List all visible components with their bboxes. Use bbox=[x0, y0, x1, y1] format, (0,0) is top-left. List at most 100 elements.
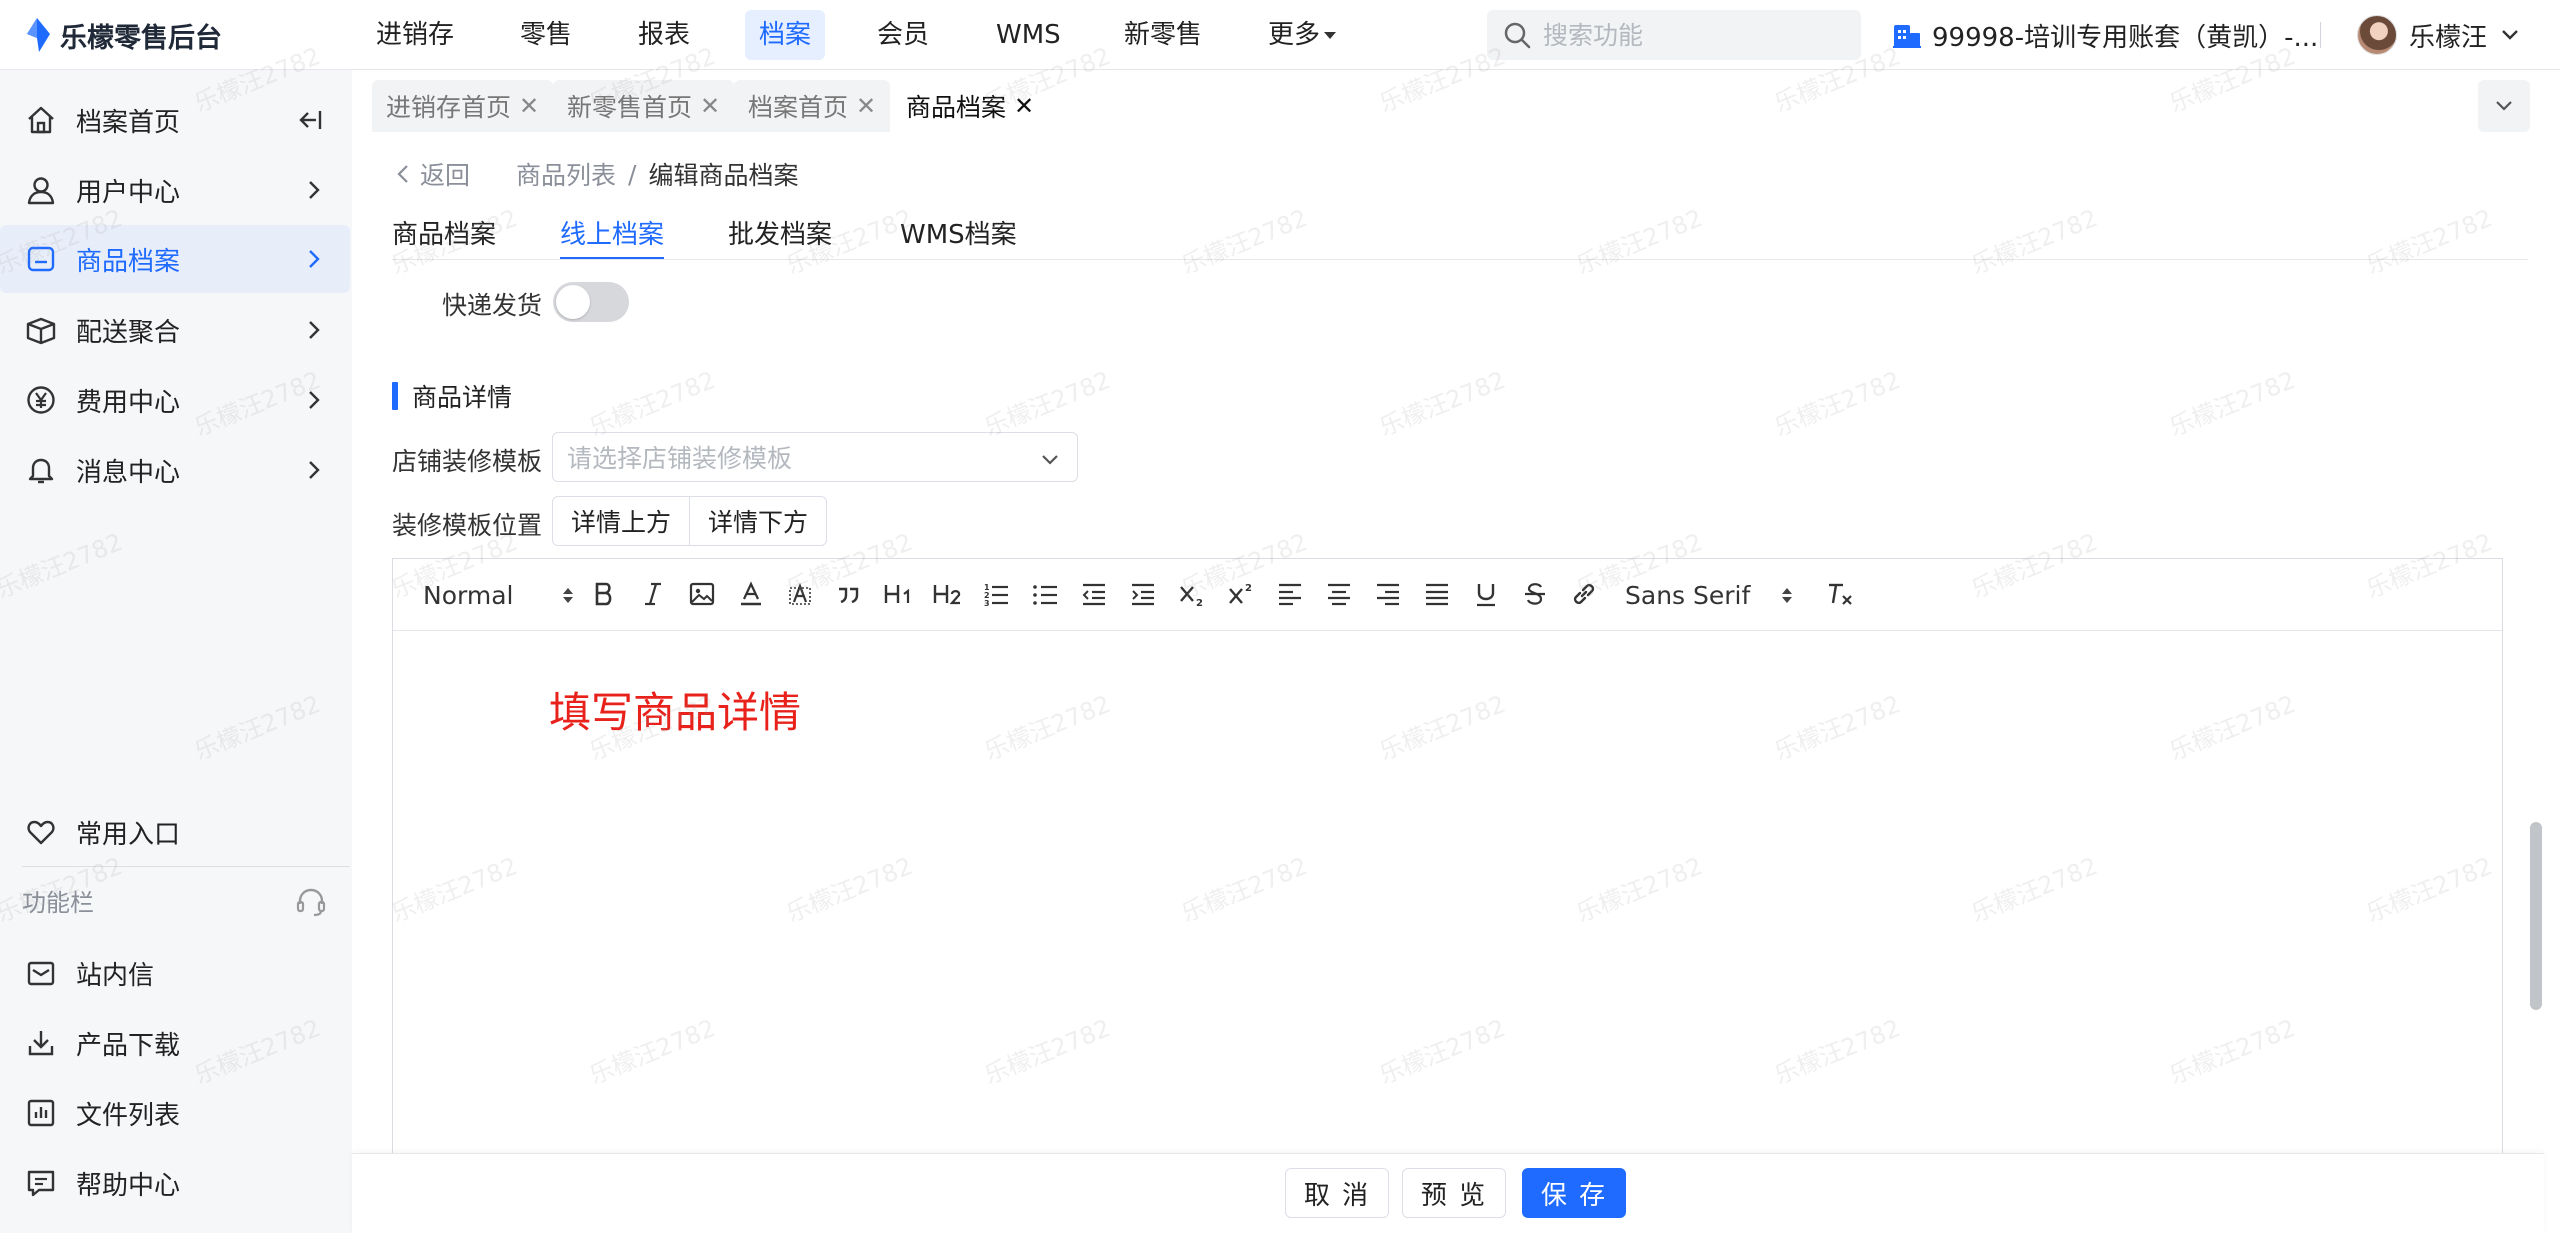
back-link[interactable]: 返回 bbox=[396, 156, 470, 192]
chevron-right-icon bbox=[304, 178, 324, 209]
search-input[interactable] bbox=[1543, 20, 1843, 50]
subtab-wms-archive[interactable]: WMS档案 bbox=[900, 214, 1017, 260]
align-center-icon[interactable] bbox=[1322, 577, 1356, 611]
subtab-online-archive[interactable]: 线上档案 bbox=[560, 214, 665, 260]
bold-icon[interactable] bbox=[587, 577, 621, 611]
app-logo[interactable]: 乐檬零售后台 bbox=[22, 15, 222, 55]
font-family-value: Sans Serif bbox=[1625, 580, 1751, 610]
tab-label: 商品档案 bbox=[906, 93, 1007, 122]
superscript-icon[interactable]: 2 bbox=[1224, 577, 1258, 611]
background-color-icon[interactable] bbox=[783, 577, 817, 611]
building-icon bbox=[1893, 25, 1921, 48]
underline-icon[interactable] bbox=[1469, 577, 1503, 611]
indent-icon[interactable] bbox=[1126, 577, 1160, 611]
nav-item-retail[interactable]: 零售 bbox=[520, 10, 572, 60]
sidebar-item-archive-home[interactable]: 档案首页 bbox=[0, 86, 350, 154]
svg-text:2: 2 bbox=[1245, 583, 1252, 594]
heading-2-icon[interactable] bbox=[930, 577, 964, 611]
collapse-sidebar-icon[interactable] bbox=[296, 108, 324, 139]
image-icon[interactable] bbox=[685, 577, 719, 611]
caret-down-icon bbox=[1324, 32, 1337, 39]
position-above-button[interactable]: 详情上方 bbox=[552, 496, 691, 546]
heading-1-icon[interactable] bbox=[881, 577, 915, 611]
sidebar-item-help[interactable]: 帮助中心 bbox=[0, 1149, 350, 1217]
close-icon[interactable]: ✕ bbox=[1014, 92, 1034, 120]
template-select[interactable]: 请选择店铺装修模板 bbox=[552, 432, 1078, 482]
strikethrough-icon[interactable] bbox=[1518, 577, 1552, 611]
sidebar-item-downloads[interactable]: 产品下载 bbox=[0, 1009, 350, 1077]
sidebar-item-product-archive[interactable]: 商品档案 bbox=[0, 225, 350, 293]
editor-content[interactable]: 填写商品详情 bbox=[549, 679, 801, 740]
align-justify-icon[interactable] bbox=[1420, 577, 1454, 611]
search-box[interactable] bbox=[1487, 10, 1861, 60]
cancel-button[interactable]: 取 消 bbox=[1285, 1168, 1389, 1218]
nav-item-more-label: 更多 bbox=[1268, 20, 1321, 50]
sidebar-item-expense[interactable]: 费用中心 bbox=[0, 366, 350, 434]
sidebar: 档案首页 用户中心 商品档案 配送聚合 费用中心 消息中心 常用入口 功能栏 站… bbox=[0, 70, 352, 1233]
breadcrumb-parent[interactable]: 商品列表 bbox=[516, 156, 616, 192]
nav-item-inventory[interactable]: 进销存 bbox=[376, 10, 454, 60]
tab-archive-home[interactable]: 档案首页 ✕ bbox=[734, 80, 891, 132]
preview-button[interactable]: 预 览 bbox=[1402, 1168, 1506, 1218]
subscript-icon[interactable]: 2 bbox=[1175, 577, 1209, 611]
nav-item-archives[interactable]: 档案 bbox=[745, 10, 826, 60]
nav-item-new-retail[interactable]: 新零售 bbox=[1124, 10, 1202, 60]
tab-product-archive[interactable]: 商品档案 ✕ bbox=[892, 80, 1049, 132]
user-menu[interactable]: 乐檬汪 bbox=[2357, 14, 2521, 56]
user-name: 乐檬汪 bbox=[2409, 22, 2488, 53]
sidebar-divider bbox=[22, 866, 350, 867]
account-switcher[interactable]: 99998-培训专用账套（黄凯）-... bbox=[1892, 14, 2318, 56]
sidebar-item-favorites[interactable]: 常用入口 bbox=[0, 798, 350, 866]
bullet-list-icon[interactable] bbox=[1028, 577, 1062, 611]
nav-item-wms[interactable]: WMS bbox=[996, 10, 1061, 60]
chevron-left-icon bbox=[397, 165, 408, 183]
sidebar-item-delivery[interactable]: 配送聚合 bbox=[0, 296, 350, 364]
avatar bbox=[2357, 15, 2397, 55]
sidebar-item-inbox[interactable]: 站内信 bbox=[0, 939, 350, 1007]
close-icon[interactable]: ✕ bbox=[856, 92, 876, 120]
svg-text:2: 2 bbox=[1196, 598, 1203, 607]
section-accent-bar bbox=[392, 382, 398, 410]
link-icon[interactable] bbox=[1567, 577, 1601, 611]
tab-inventory-home[interactable]: 进销存首页 ✕ bbox=[372, 80, 554, 132]
position-below-button[interactable]: 详情下方 bbox=[690, 496, 828, 546]
tabs-dropdown-button[interactable] bbox=[2478, 80, 2530, 132]
main-content: 返回 商品列表 / 编辑商品档案 商品档案 线上档案 批发档案 WMS档案 快递… bbox=[372, 132, 2537, 1153]
sidebar-item-label: 档案首页 bbox=[76, 107, 181, 138]
footer-actions: 取 消 预 览 保 存 bbox=[352, 1153, 2544, 1233]
font-color-icon[interactable] bbox=[734, 577, 768, 611]
align-left-icon[interactable] bbox=[1273, 577, 1307, 611]
nav-item-members[interactable]: 会员 bbox=[877, 10, 929, 60]
nav-item-reports[interactable]: 报表 bbox=[638, 10, 690, 60]
tab-new-retail-home[interactable]: 新零售首页 ✕ bbox=[553, 80, 735, 132]
italic-icon[interactable] bbox=[636, 577, 670, 611]
sidebar-item-messages[interactable]: 消息中心 bbox=[0, 436, 350, 504]
clear-format-icon[interactable] bbox=[1823, 577, 1857, 611]
template-label: 店铺装修模板 bbox=[392, 447, 543, 476]
close-icon[interactable]: ✕ bbox=[519, 92, 539, 120]
close-icon[interactable]: ✕ bbox=[700, 92, 720, 120]
subtab-wholesale-archive[interactable]: 批发档案 bbox=[728, 214, 832, 260]
bell-icon bbox=[24, 453, 58, 487]
headset-icon[interactable] bbox=[294, 886, 328, 924]
home-icon bbox=[24, 103, 58, 137]
nav-item-more[interactable]: 更多 bbox=[1268, 10, 1337, 60]
express-toggle[interactable] bbox=[553, 282, 629, 322]
sidebar-item-user-center[interactable]: 用户中心 bbox=[0, 156, 350, 224]
blockquote-icon[interactable] bbox=[832, 577, 866, 611]
updown-icon bbox=[1782, 587, 1793, 603]
align-right-icon[interactable] bbox=[1371, 577, 1405, 611]
outdent-icon[interactable] bbox=[1077, 577, 1111, 611]
save-button[interactable]: 保 存 bbox=[1522, 1168, 1626, 1218]
editor-toolbar: Normal 123 2 2 Sans Serif bbox=[393, 559, 2502, 631]
format-select[interactable]: Normal bbox=[423, 577, 574, 613]
font-family-select[interactable]: Sans Serif bbox=[1625, 577, 1793, 613]
chevron-down-icon bbox=[2502, 30, 2518, 40]
back-label: 返回 bbox=[420, 161, 471, 190]
sidebar-item-label: 站内信 bbox=[76, 960, 155, 991]
sidebar-item-label: 配送聚合 bbox=[76, 317, 181, 348]
scrollbar-thumb[interactable] bbox=[2530, 822, 2542, 1010]
subtab-product-archive[interactable]: 商品档案 bbox=[392, 214, 496, 260]
ordered-list-icon[interactable]: 123 bbox=[979, 577, 1013, 611]
sidebar-item-files[interactable]: 文件列表 bbox=[0, 1079, 350, 1147]
